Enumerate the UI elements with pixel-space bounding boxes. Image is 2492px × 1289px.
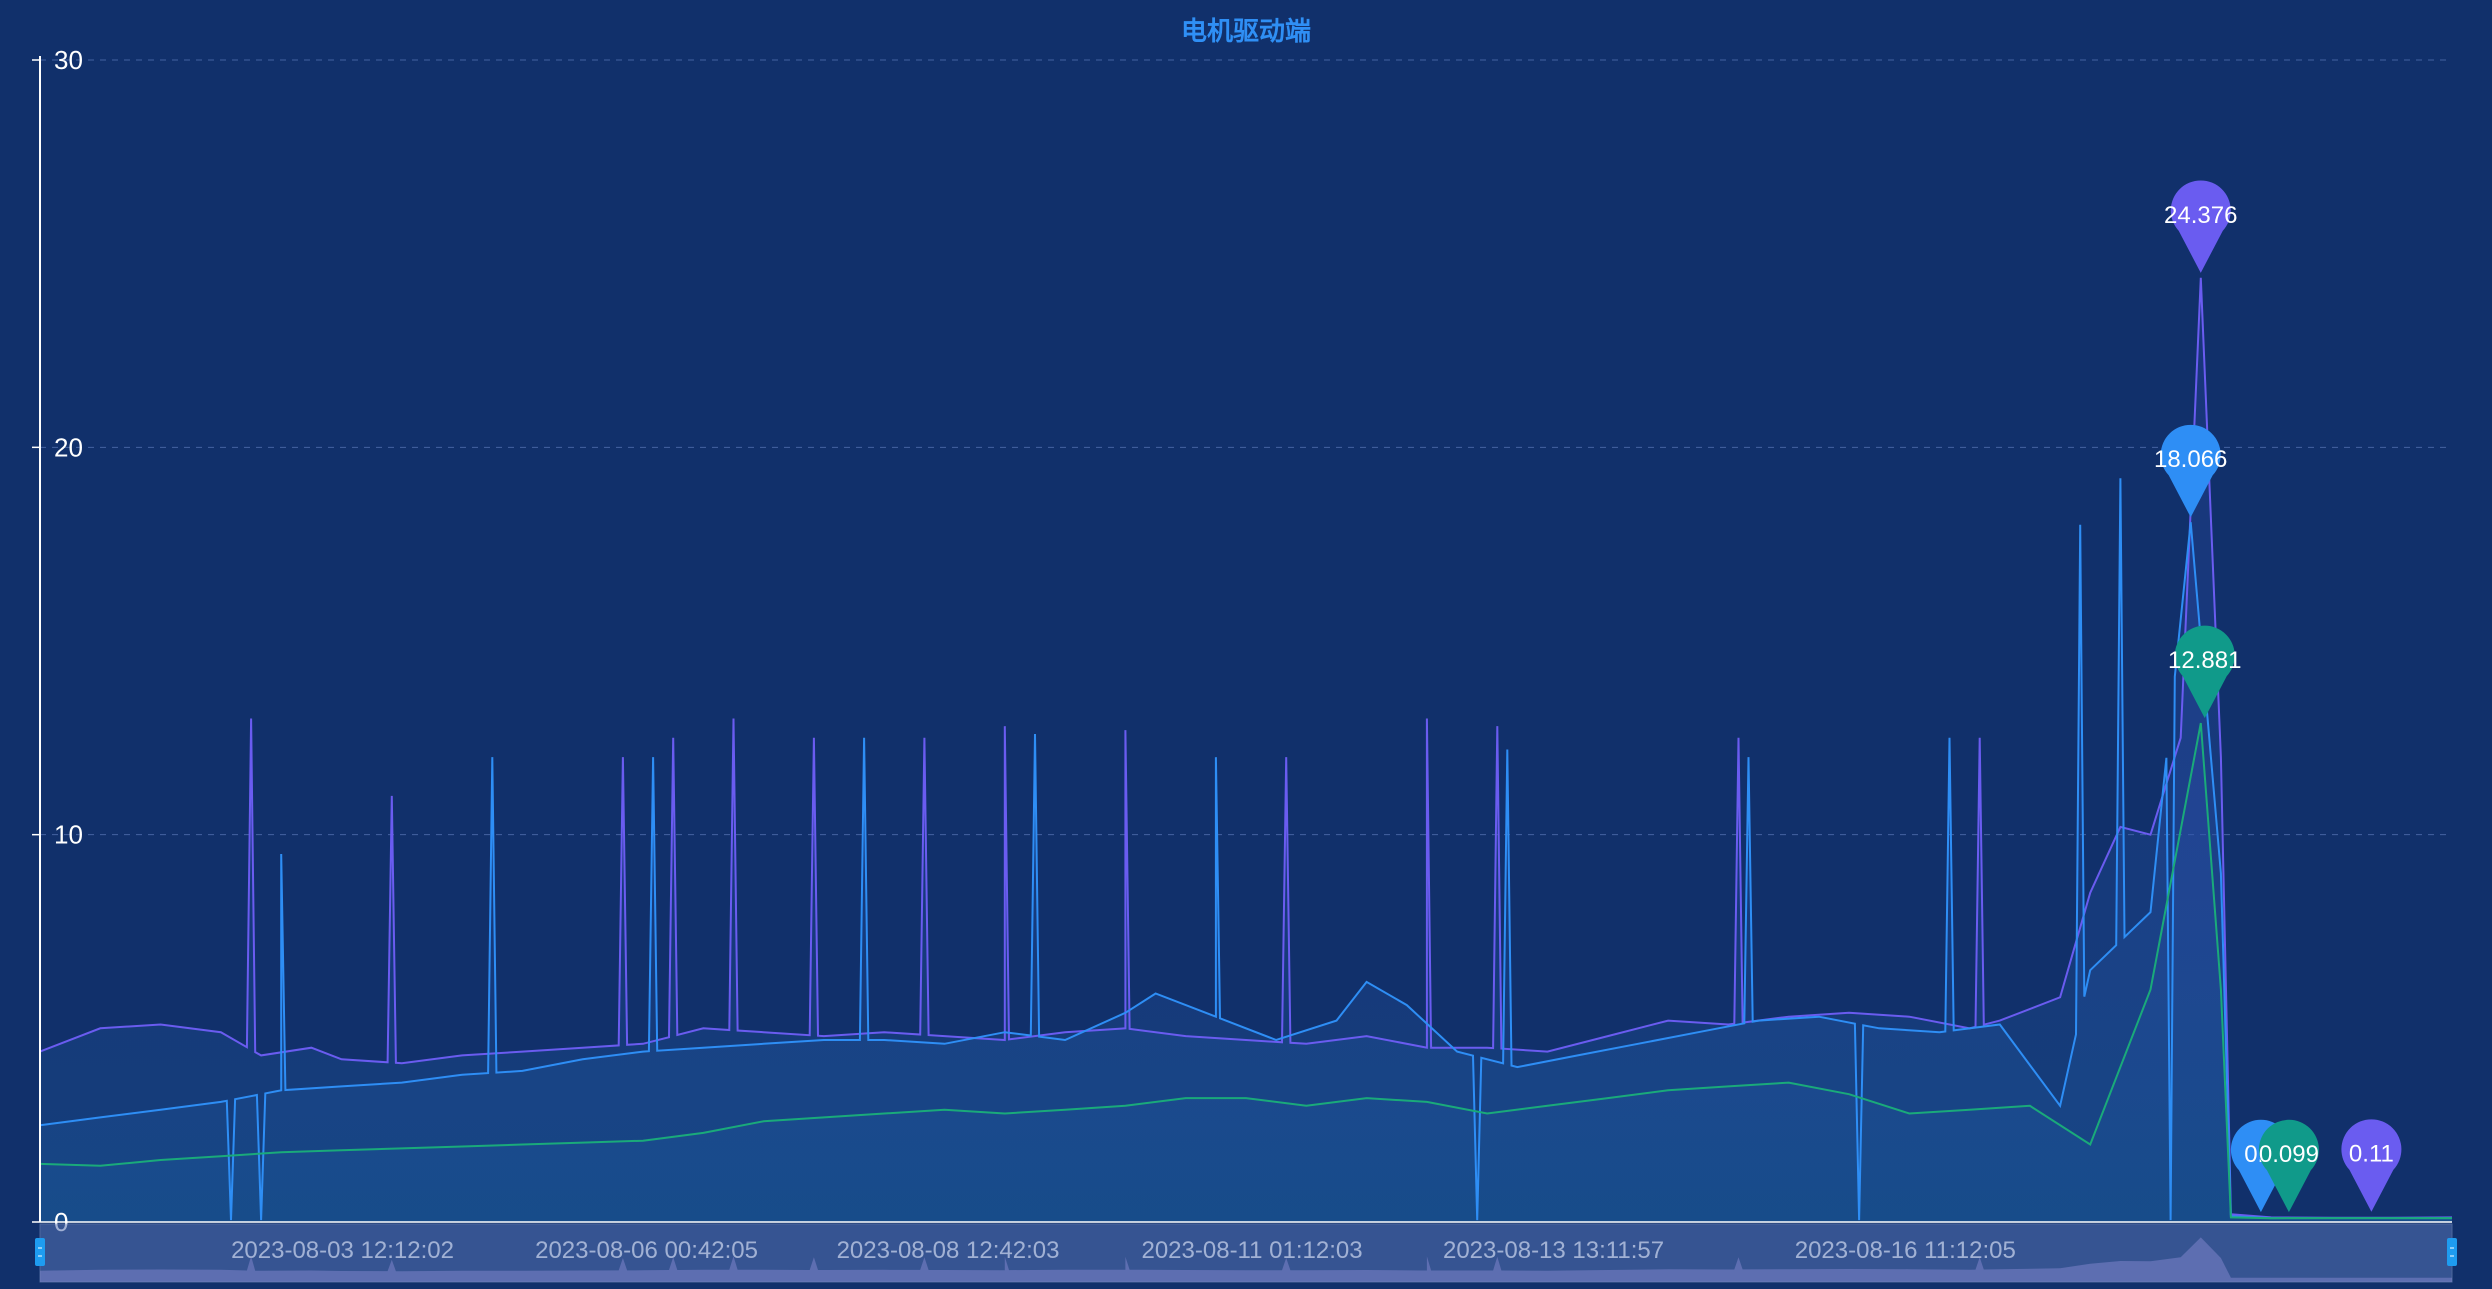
- area-fills: [40, 277, 2452, 1222]
- marker-label: 0.099: [2259, 1141, 2319, 1168]
- value-marker: 24.376: [2164, 180, 2237, 273]
- marker-label: 0.11: [2349, 1141, 2394, 1168]
- grid-lines: [40, 59, 2452, 836]
- y-tick-label: 10: [54, 820, 83, 850]
- handle-grip: [2447, 1238, 2457, 1266]
- y-tick-label: 30: [54, 45, 83, 75]
- marker-label: 24.376: [2164, 202, 2237, 229]
- chart-container: 电机驱动端 01020302023-08-03 12:12:022023-08-…: [0, 0, 2492, 1284]
- data-zoom-slider[interactable]: [35, 1223, 2457, 1283]
- handle-grip: [35, 1238, 45, 1266]
- zoom-handle-left[interactable]: [35, 1238, 45, 1266]
- y-tick-label: 20: [54, 432, 83, 462]
- marker-label: 18.066: [2154, 446, 2227, 473]
- chart-title: 电机驱动端: [1181, 16, 1311, 46]
- zoom-handle-right[interactable]: [2447, 1238, 2457, 1266]
- value-marker: 18.066: [2154, 424, 2227, 518]
- value-marker: 0.11: [2341, 1119, 2402, 1212]
- marker-label: 12.881: [2168, 647, 2241, 674]
- chart-svg: 电机驱动端 01020302023-08-03 12:12:022023-08-…: [32, 16, 2457, 1283]
